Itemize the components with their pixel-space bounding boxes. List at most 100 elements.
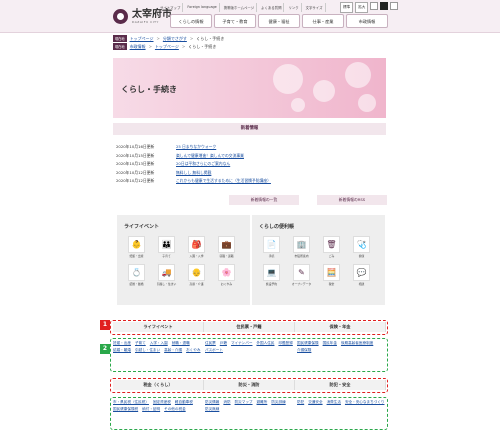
life-item[interactable]: 🎒 入園・入学 — [184, 236, 209, 258]
news-item: 2020年10月15日更新 楽しんで健康增進！楽しんでの交流事業 — [116, 152, 271, 161]
category-link[interactable]: その他の税金 — [164, 407, 186, 412]
breadcrumb-link[interactable]: 分類でさがす — [163, 36, 187, 42]
category-link[interactable]: 結婚・離婚 — [113, 348, 131, 353]
nav-work[interactable]: 仕事・産業 — [302, 14, 344, 28]
category-link[interactable]: 市・県民税（住民税） — [113, 400, 149, 405]
news-link[interactable]: 楽しんで健康增進！楽しんでの交流事業 — [176, 153, 244, 159]
color-normal-button[interactable] — [370, 2, 379, 10]
nav-childcare[interactable]: 子育て・教育 — [214, 14, 256, 28]
font-standard-button[interactable]: 標準 — [340, 2, 354, 13]
life-event-title: ライフイベント — [124, 224, 160, 230]
color-dark-button[interactable] — [380, 2, 389, 10]
category-link[interactable]: 軽自動車税 — [175, 400, 193, 405]
nav-city[interactable]: 市政情報 — [346, 14, 388, 28]
page-title: くらし・手続き — [121, 85, 177, 94]
convenience-item[interactable]: 🗑 ごみ — [319, 236, 344, 258]
breadcrumb-link[interactable]: トップページ — [155, 44, 179, 50]
category-link[interactable]: 防犯 — [297, 400, 304, 405]
category-link[interactable]: 外国人住民 — [256, 341, 274, 346]
category-link-column: 国民健康保険 国民年金 後期高齢者医療制度 介護保険 — [297, 341, 386, 353]
util-sitemap[interactable]: サイトマップ — [158, 3, 184, 12]
category-header[interactable]: 税金（くらし） — [113, 380, 204, 390]
category-link[interactable]: 避難所 — [257, 400, 268, 405]
news-list-button[interactable]: 新着情報の一覧 — [229, 195, 299, 205]
category-link[interactable]: 国民健康保険 — [297, 341, 319, 346]
convenience-item[interactable]: 🩺 健康 — [349, 236, 374, 258]
category-link[interactable]: 防災情報 — [205, 400, 219, 405]
life-item[interactable]: 🚚 引越し・住まい — [154, 264, 179, 286]
category-link[interactable]: 住民票 — [205, 341, 216, 346]
category-link[interactable]: パスポート — [205, 348, 223, 353]
convenience-item[interactable]: 💬 相談 — [349, 264, 374, 286]
convenience-item-label: 健康 — [358, 254, 365, 258]
news-link[interactable]: 25 日まちなかウォーク — [176, 144, 216, 150]
category-header[interactable]: 防犯・安全 — [295, 380, 386, 390]
life-item[interactable]: 🌸 おくやみ — [214, 264, 239, 286]
category-link[interactable]: 防災無線 — [205, 407, 219, 412]
breadcrumb-separator: > — [148, 44, 152, 49]
news-link[interactable]: 無料しし 無料し掲載 — [176, 170, 211, 176]
category-header[interactable]: ライフイベント — [113, 322, 204, 332]
life-item-label: 入園・入学 — [189, 254, 204, 258]
category-headers: 税金（くらし） 防災・消防 防犯・安全 — [113, 380, 386, 390]
category-link[interactable]: 印鑑登録 — [278, 341, 292, 346]
category-header[interactable]: 住民票・戸籍 — [204, 322, 295, 332]
life-item[interactable]: 👴 高齢・介護 — [184, 264, 209, 286]
category-link[interactable]: 戸籍 — [220, 341, 227, 346]
category-link[interactable]: 交通安全 — [308, 400, 322, 405]
nav-health[interactable]: 健康・福祉 — [258, 14, 300, 28]
util-faq[interactable]: よくある質問 — [259, 3, 285, 12]
category-link[interactable]: 消費生活 — [327, 400, 341, 405]
breadcrumb-link[interactable]: トップページ — [130, 36, 154, 42]
category-link[interactable]: おくやみ — [186, 348, 200, 353]
convenience-item[interactable]: ✎ オープンデータ — [289, 264, 314, 286]
utility-links: サイトマップ Foreign language 携帯版ホームページ よくある質問… — [158, 3, 326, 12]
category-link[interactable]: 消防 — [223, 400, 230, 405]
category-link[interactable]: 高齢・介護 — [164, 348, 182, 353]
nav-living[interactable]: くらしの情報 — [170, 14, 212, 28]
annotation-badge-red: 1 — [100, 320, 110, 330]
category-link[interactable]: マイナンバー — [231, 341, 253, 346]
convenience-item[interactable]: 🧮 税金 — [319, 264, 344, 286]
category-link[interactable]: 安全・安心なまちづくり — [345, 400, 385, 405]
category-link-column: 住民票 戸籍 マイナンバー 外国人住民 印鑑登録 パスポート — [205, 341, 294, 353]
util-links[interactable]: リンク — [286, 3, 302, 12]
life-item[interactable]: 💍 結婚・離婚 — [124, 264, 149, 286]
life-item[interactable]: 👶 妊娠・出産 — [124, 236, 149, 258]
category-link[interactable]: 防災マップ — [235, 400, 253, 405]
category-header[interactable]: 防災・消防 — [204, 380, 295, 390]
category-link[interactable]: 子育て — [135, 341, 146, 346]
util-mobile[interactable]: 携帯版ホームページ — [222, 3, 258, 12]
category-link[interactable]: 納付・証明 — [142, 407, 160, 412]
font-large-button[interactable]: 拡大 — [355, 2, 369, 13]
convenience-item[interactable]: 📄 手続 — [259, 236, 284, 258]
color-blue-button[interactable] — [390, 2, 399, 10]
convenience-item-label: ごみ — [328, 254, 335, 258]
breadcrumb-link[interactable]: 市政情報 — [130, 44, 146, 50]
convenience-item-label: 税金 — [328, 282, 335, 286]
category-link[interactable]: 入学・入園 — [150, 341, 168, 346]
site-header: 太宰府市 DAZAIFU CITY サイトマップ Foreign languag… — [0, 0, 500, 33]
site-name-sub: DAZAIFU CITY — [132, 20, 159, 24]
category-link-column: 市・県民税（住民税） 固定資産税 軽自動車税 国民健康保険税 納付・証明 その他… — [113, 400, 202, 412]
category-link[interactable]: 固定資産税 — [153, 400, 171, 405]
category-link[interactable]: 介護保険 — [297, 348, 311, 353]
news-link[interactable]: 20日は平和さらにのご案内なん — [176, 161, 230, 167]
news-rss-button[interactable]: 新着情報のRSS — [317, 195, 387, 205]
convenience-item[interactable]: 🏢 市役所案内 — [289, 236, 314, 258]
life-item[interactable]: 👪 子育て — [154, 236, 179, 258]
category-link[interactable]: 防災訓練 — [271, 400, 285, 405]
category-link[interactable]: 国民健康保険税 — [113, 407, 138, 412]
category-link[interactable]: 引越し・住まい — [135, 348, 160, 353]
news-item: 2020年10月12日更新 無料しし 無料し掲載 — [116, 169, 271, 178]
life-item[interactable]: 💼 就職・退職 — [214, 236, 239, 258]
category-link[interactable]: 就職・退職 — [172, 341, 190, 346]
news-link[interactable]: これからも健康で生活するために（生活習慣予防講座） — [176, 178, 271, 184]
util-foreign[interactable]: Foreign language — [185, 3, 220, 12]
category-link[interactable]: 妊娠・出産 — [113, 341, 131, 346]
category-link[interactable]: 後期高齢者医療制度 — [341, 341, 373, 346]
convenience-item[interactable]: 💻 施設予約 — [259, 264, 284, 286]
category-header[interactable]: 保険・年金 — [295, 322, 386, 332]
category-link[interactable]: 国民年金 — [323, 341, 337, 346]
ring-icon: 💍 — [128, 264, 145, 281]
